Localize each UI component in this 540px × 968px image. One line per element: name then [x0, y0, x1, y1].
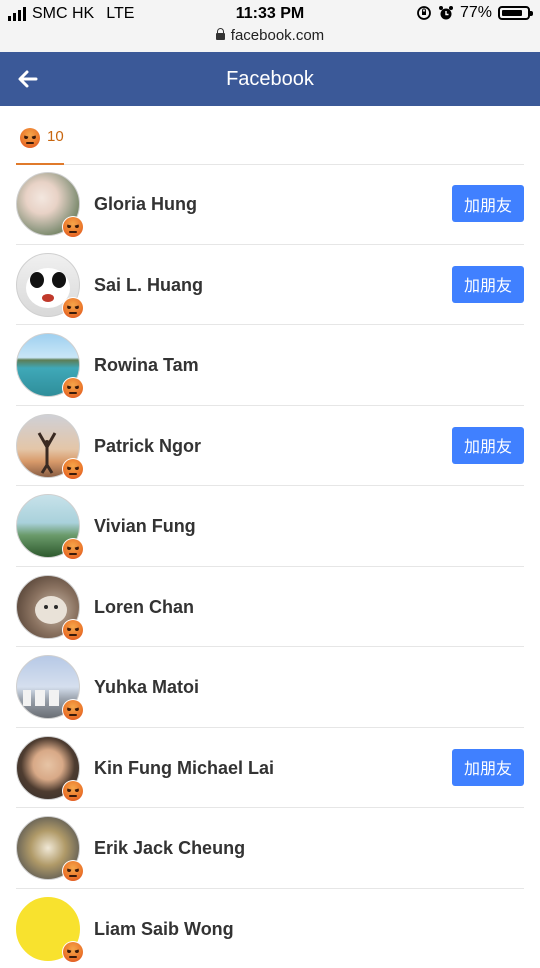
status-bar: SMC HK LTE 11:33 PM 77% facebook.com	[0, 0, 540, 52]
add-friend-button[interactable]: 加朋友	[452, 185, 524, 222]
add-friend-button[interactable]: 加朋友	[452, 266, 524, 303]
avatar[interactable]	[16, 494, 80, 558]
person-name[interactable]: Gloria Hung	[94, 194, 197, 215]
reaction-tabs: 10	[16, 106, 524, 165]
person-name[interactable]: Sai L. Huang	[94, 275, 203, 296]
angry-reaction-icon	[62, 860, 84, 882]
list-item: Erik Jack Cheung	[16, 808, 524, 889]
list-item: Gloria Hung 加朋友	[16, 164, 524, 245]
list-item: Liam Saib Wong	[16, 889, 524, 968]
alarm-icon	[438, 5, 454, 21]
angry-reaction-icon	[62, 699, 84, 721]
avatar[interactable]	[16, 414, 80, 478]
angry-reaction-icon	[62, 297, 84, 319]
avatar[interactable]	[16, 333, 80, 397]
person-name[interactable]: Yuhka Matoi	[94, 677, 199, 698]
orientation-lock-icon	[416, 5, 432, 21]
app-header: Facebook	[0, 52, 540, 106]
angry-reaction-icon	[62, 941, 84, 963]
battery-percent: 77%	[460, 4, 492, 22]
people-list: Gloria Hung 加朋友 Sai L. Huang 加朋友 Rowina …	[16, 164, 524, 968]
angry-reaction-icon	[62, 619, 84, 641]
person-name[interactable]: Erik Jack Cheung	[94, 838, 245, 859]
tab-angry-reactions[interactable]: 10	[16, 106, 64, 165]
avatar[interactable]	[16, 575, 80, 639]
person-name[interactable]: Kin Fung Michael Lai	[94, 758, 274, 779]
avatar[interactable]	[16, 816, 80, 880]
person-name[interactable]: Liam Saib Wong	[94, 919, 234, 940]
angry-reaction-icon	[20, 128, 40, 148]
avatar[interactable]	[16, 172, 80, 236]
list-item: Kin Fung Michael Lai 加朋友	[16, 728, 524, 809]
page-title: Facebook	[0, 68, 540, 91]
avatar[interactable]	[16, 253, 80, 317]
add-friend-button[interactable]: 加朋友	[452, 749, 524, 786]
angry-reaction-icon	[62, 216, 84, 238]
list-item: Loren Chan	[16, 567, 524, 648]
angry-reaction-icon	[62, 538, 84, 560]
list-item: Yuhka Matoi	[16, 647, 524, 728]
avatar[interactable]	[16, 655, 80, 719]
reaction-count: 10	[47, 128, 64, 145]
list-item: Sai L. Huang 加朋友	[16, 245, 524, 326]
status-icons: 77%	[416, 4, 530, 22]
battery-icon	[498, 6, 530, 20]
person-name[interactable]: Vivian Fung	[94, 516, 196, 537]
list-item: Vivian Fung	[16, 486, 524, 567]
list-item: Rowina Tam	[16, 325, 524, 406]
person-name[interactable]: Loren Chan	[94, 597, 194, 618]
angry-reaction-icon	[62, 458, 84, 480]
url-bar[interactable]: facebook.com	[0, 27, 540, 44]
list-item: Patrick Ngor 加朋友	[16, 406, 524, 487]
lock-icon	[216, 33, 225, 40]
angry-reaction-icon	[62, 780, 84, 802]
person-name[interactable]: Rowina Tam	[94, 355, 199, 376]
avatar[interactable]	[16, 897, 80, 961]
angry-reaction-icon	[62, 377, 84, 399]
url-text: facebook.com	[231, 27, 324, 44]
avatar[interactable]	[16, 736, 80, 800]
add-friend-button[interactable]: 加朋友	[452, 427, 524, 464]
person-name[interactable]: Patrick Ngor	[94, 436, 201, 457]
